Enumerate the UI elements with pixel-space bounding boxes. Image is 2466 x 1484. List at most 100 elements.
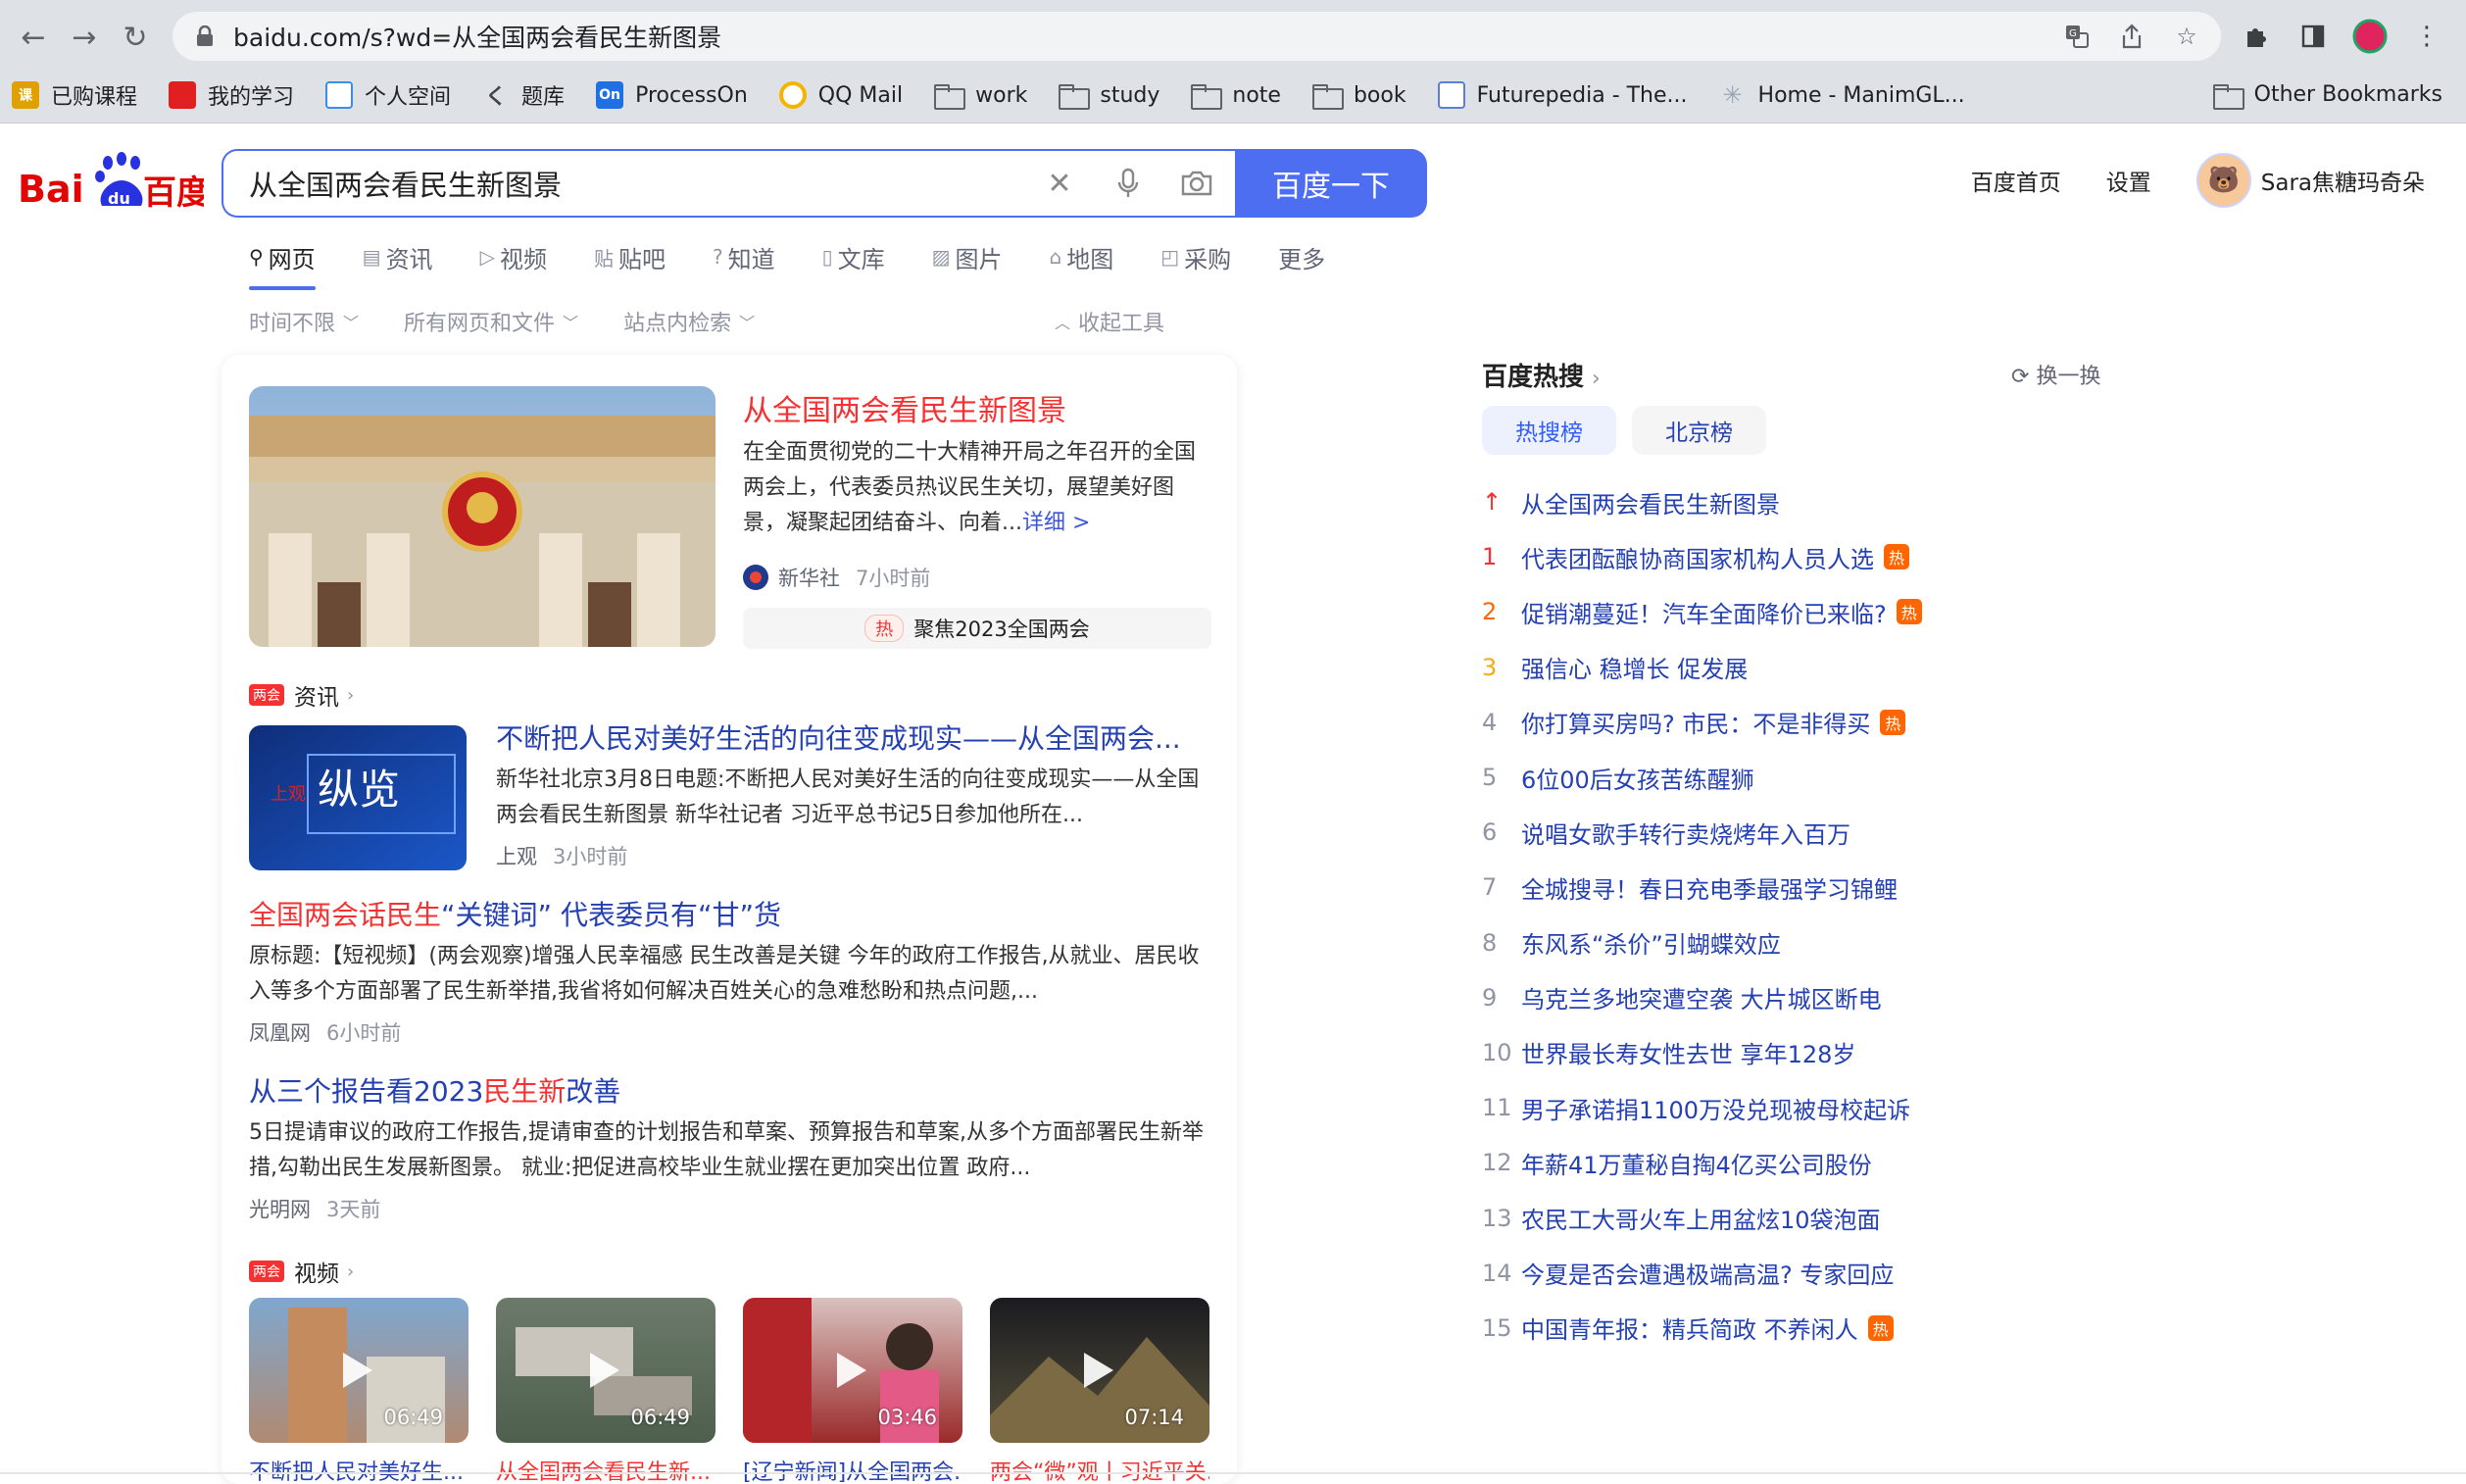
tab-web[interactable]: ⚲ 网页	[249, 237, 316, 290]
hot-list-item[interactable]: 4 你打算买房吗? 市民：不是非得买热	[1482, 695, 2119, 750]
hot-list-item[interactable]: 9 乌克兰多地突遭空袭 大片城区断电	[1482, 970, 2119, 1025]
baidu-home-link[interactable]: 百度首页	[1971, 164, 2061, 197]
hot-list-item[interactable]: 7 全城搜寻！春日充电季最强学习锦鲤	[1482, 860, 2119, 915]
forward-icon[interactable]: →	[59, 12, 110, 63]
bookmark-item[interactable]: ✳ Home - ManimGL...	[1719, 81, 1964, 109]
collapse-tools-button[interactable]: ︿ 收起工具	[1055, 306, 1164, 337]
tab-wenku[interactable]: ▯ 文库	[822, 237, 885, 276]
featured-title[interactable]: 从全国两会看民生新图景	[743, 386, 1066, 429]
url-text[interactable]: baidu.com/s?wd=从全国两会看民生新图景	[233, 19, 721, 54]
tab-images[interactable]: ▨ 图片	[932, 237, 1003, 276]
tab-video[interactable]: ▷ 视频	[480, 237, 547, 276]
hot-list-item[interactable]: 13 农民工大哥火车上用盆炫10袋泡面	[1482, 1190, 2119, 1245]
refresh-button[interactable]: ⟳ 换一换	[2011, 359, 2100, 390]
bookmark-folder[interactable]: book	[1311, 82, 1406, 110]
featured-image[interactable]	[249, 386, 715, 647]
reload-icon[interactable]: ↻	[110, 12, 161, 63]
user-avatar[interactable]: 🐻	[2195, 153, 2251, 208]
video-thumbnail[interactable]: 07:14	[990, 1298, 1209, 1443]
video-caption[interactable]: 两会“微”观丨习近平关...	[990, 1455, 1209, 1484]
video-caption[interactable]: [辽宁新闻]从全国两会...	[743, 1455, 962, 1484]
clear-icon[interactable]: ✕	[1041, 165, 1078, 202]
source-name[interactable]: 凤凰网	[249, 1017, 311, 1047]
bookmark-item[interactable]: 课 已购课程	[12, 79, 137, 111]
settings-link[interactable]: 设置	[2106, 164, 2151, 197]
video-thumbnail[interactable]: 06:49	[496, 1298, 715, 1443]
other-bookmarks[interactable]: Other Bookmarks	[2212, 82, 2442, 110]
lianghui-badge: 两会	[249, 1261, 284, 1282]
bookmark-label: QQ Mail	[817, 82, 904, 108]
lock-icon[interactable]	[194, 25, 216, 47]
camera-icon[interactable]	[1178, 165, 1215, 202]
bookmark-star-icon[interactable]: ☆	[2170, 20, 2203, 53]
tab-zhidao[interactable]: ? 知道	[713, 237, 775, 276]
hot-list-item[interactable]: 15 中国青年报：精兵简政 不养闲人热	[1482, 1301, 2119, 1356]
bookmark-item[interactable]: 个人空间	[325, 79, 451, 111]
chevron-up-icon: ︿	[1054, 314, 1070, 332]
tab-map[interactable]: ⌂ 地图	[1050, 237, 1114, 276]
hot-list-item[interactable]: 2 促销潮蔓延！汽车全面降价已来临? 热	[1482, 584, 2119, 639]
hot-list-item[interactable]: 11 男子承诺捐1100万没兑现被母校起诉	[1482, 1080, 2119, 1135]
extensions-icon[interactable]	[2237, 17, 2276, 56]
hot-list-item[interactable]: 1 代表团酝酿协商国家机构人员人选热	[1482, 529, 2119, 584]
bookmark-item[interactable]: 我的学习	[169, 79, 294, 111]
back-icon[interactable]: ←	[8, 12, 59, 63]
hot-list-item[interactable]: 8 东风系“杀价”引蝴蝶效应	[1482, 915, 2119, 970]
tab-tieba[interactable]: 贴贴吧	[594, 237, 666, 276]
hot-item-text: 东风系“杀价”引蝴蝶效应	[1521, 931, 1781, 960]
bookmark-label: book	[1353, 82, 1406, 108]
address-bar[interactable]: baidu.com/s?wd=从全国两会看民生新图景 G ☆	[173, 12, 2221, 61]
video-caption[interactable]: 不断把人民对美好生...	[249, 1455, 469, 1484]
hot-list-item[interactable]: 3 强信心 稳增长 促发展	[1482, 640, 2119, 695]
side-panel-icon[interactable]	[2293, 17, 2333, 56]
bookmark-item[interactable]: QQ Mail	[778, 81, 904, 109]
bookmark-folder[interactable]: work	[934, 83, 1027, 110]
video-thumbnail[interactable]: 03:46	[743, 1298, 962, 1443]
source-name[interactable]: 新华社	[778, 563, 840, 592]
bookmark-folder[interactable]: study	[1059, 83, 1159, 110]
bookmark-folder[interactable]: note	[1191, 83, 1281, 110]
time-filter[interactable]: 时间不限 ﹀	[249, 306, 359, 337]
tab-beijing-list[interactable]: 北京榜	[1632, 406, 1766, 455]
result-title[interactable]: 不断把人民对美好生活的向往变成现实——从全国两会...	[496, 717, 1181, 757]
profile-avatar-icon[interactable]	[2350, 17, 2390, 56]
tab-hot-list[interactable]: 热搜榜	[1482, 406, 1616, 455]
bookmark-item[interactable]: On ProcessOn	[596, 81, 748, 109]
tab-shopping[interactable]: ◰ 采购	[1160, 237, 1231, 276]
share-icon[interactable]	[2115, 20, 2148, 53]
search-button[interactable]: 百度一下	[1235, 149, 1427, 218]
result-title[interactable]: 从三个报告看2023民生新改善	[249, 1070, 620, 1110]
hot-list-item[interactable]: 14 今夏是否会遭遇极端高温? 专家回应	[1482, 1246, 2119, 1301]
source-name[interactable]: 光明网	[249, 1194, 311, 1223]
tab-more[interactable]: 更多	[1278, 237, 1325, 276]
bookmark-item[interactable]: く 题库	[482, 79, 565, 111]
user-nav: 百度首页 设置 🐻 Sara焦糖玛奇朵	[1971, 153, 2425, 208]
video-thumbnail[interactable]: 06:49	[249, 1298, 469, 1443]
bookmark-item[interactable]: Futurepedia - The...	[1437, 81, 1688, 109]
baidu-logo[interactable]: Bai du 百度	[18, 147, 210, 216]
featured-more-link[interactable]: 详细 >	[1022, 511, 1090, 535]
microphone-icon[interactable]	[1110, 165, 1147, 202]
news-thumbnail[interactable]: 上观 纵览	[249, 725, 467, 870]
translate-icon[interactable]: G	[2060, 20, 2094, 53]
filetype-filter[interactable]: 所有网页和文件 ﹀	[404, 306, 578, 337]
tab-news[interactable]: ▤ 资讯	[363, 237, 433, 276]
hot-badge: 热	[1867, 1314, 1894, 1341]
hot-list-item[interactable]: ↑ 从全国两会看民生新图景	[1482, 474, 2119, 529]
video-section-header[interactable]: 两会 视频 ›	[249, 1255, 354, 1288]
username-link[interactable]: Sara焦糖玛奇朵	[2261, 164, 2425, 197]
hot-topic-tag[interactable]: 热 聚焦2023全国两会	[743, 608, 1211, 649]
site-filter[interactable]: 站点内检索 ﹀	[623, 306, 755, 337]
menu-kebab-icon[interactable]: ⋮	[2407, 17, 2446, 56]
result-title[interactable]: 全国两会话民生“关键词” 代表委员有“甘”货	[249, 894, 781, 933]
source-name[interactable]: 上观	[496, 841, 537, 870]
video-caption[interactable]: 从全国两会看民生新...	[496, 1455, 715, 1484]
hot-list-item[interactable]: 5 6位00后女孩苦练醒狮	[1482, 750, 2119, 805]
bookmarks-bar: 课 已购课程 我的学习 个人空间 く 题库 On ProcessOn QQ Ma…	[0, 71, 2466, 120]
hot-list-item[interactable]: 12 年薪41万董秘自掏4亿买公司股份	[1482, 1135, 2119, 1190]
hot-list-item[interactable]: 10 世界最长寿女性去世 享年128岁	[1482, 1025, 2119, 1080]
search-input[interactable]	[249, 167, 1013, 200]
hot-search-title[interactable]: 百度热搜 ›	[1482, 357, 1601, 393]
hot-list-item[interactable]: 6 说唱女歌手转行卖烧烤年入百万	[1482, 805, 2119, 860]
news-section-header[interactable]: 两会 资讯 ›	[249, 678, 354, 712]
